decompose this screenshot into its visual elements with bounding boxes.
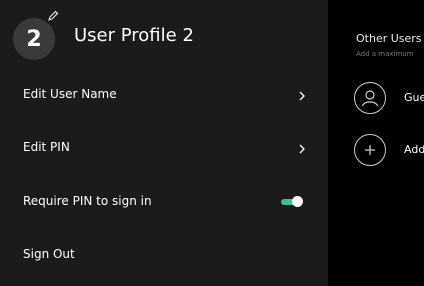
add-user-circle bbox=[354, 134, 386, 166]
chevron-right-icon bbox=[299, 91, 305, 101]
require-pin-toggle[interactable] bbox=[281, 196, 303, 208]
chevron-right-icon bbox=[299, 144, 305, 154]
plus-icon bbox=[365, 145, 375, 155]
other-users-title: Other Users bbox=[356, 32, 422, 45]
guest-avatar bbox=[354, 82, 386, 114]
other-users-panel: Other Users Add a maximum Gue Add bbox=[328, 0, 424, 286]
pencil-icon[interactable] bbox=[47, 10, 59, 22]
sign-out-label: Sign Out bbox=[23, 247, 75, 261]
add-user-item[interactable]: Add bbox=[354, 134, 424, 168]
add-user-label: Add bbox=[404, 143, 424, 156]
require-pin-row: Require PIN to sign in bbox=[0, 177, 328, 229]
require-pin-label: Require PIN to sign in bbox=[23, 194, 152, 208]
person-icon bbox=[361, 90, 379, 107]
page-title: User Profile 2 bbox=[74, 25, 194, 46]
sign-out-row[interactable]: Sign Out bbox=[0, 230, 328, 282]
guest-user-item[interactable]: Gue bbox=[354, 82, 424, 116]
profile-panel: 2 User Profile 2 Edit User Name Edit PIN… bbox=[0, 0, 328, 286]
guest-label: Gue bbox=[404, 91, 424, 104]
avatar-number: 2 bbox=[26, 26, 42, 52]
other-users-subtitle: Add a maximum bbox=[356, 50, 414, 58]
edit-user-name-row[interactable]: Edit User Name bbox=[0, 70, 328, 122]
toggle-knob bbox=[292, 196, 303, 207]
avatar[interactable]: 2 bbox=[13, 18, 55, 60]
edit-pin-label: Edit PIN bbox=[23, 140, 70, 154]
edit-pin-row[interactable]: Edit PIN bbox=[0, 123, 328, 175]
profile-header: 2 User Profile 2 bbox=[0, 0, 328, 76]
edit-user-name-label: Edit User Name bbox=[23, 87, 117, 101]
